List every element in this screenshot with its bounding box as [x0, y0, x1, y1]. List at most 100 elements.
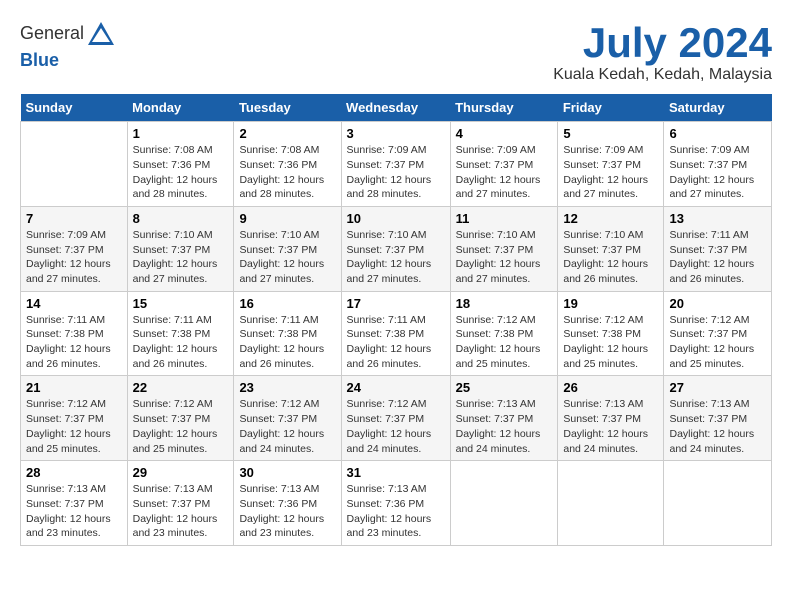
- logo-general: General: [20, 23, 84, 43]
- calendar-cell: 18 Sunrise: 7:12 AMSunset: 7:38 PMDaylig…: [450, 291, 558, 376]
- day-number: 17: [347, 296, 445, 311]
- month-title: July 2024: [553, 20, 772, 66]
- calendar-cell: [450, 461, 558, 546]
- title-section: July 2024 Kuala Kedah, Kedah, Malaysia: [553, 20, 772, 84]
- calendar-cell: 20 Sunrise: 7:12 AMSunset: 7:37 PMDaylig…: [664, 291, 772, 376]
- day-number: 8: [133, 211, 229, 226]
- calendar-cell: 9 Sunrise: 7:10 AMSunset: 7:37 PMDayligh…: [234, 206, 341, 291]
- day-number: 25: [456, 380, 553, 395]
- day-info: Sunrise: 7:12 AMSunset: 7:37 PMDaylight:…: [133, 398, 218, 454]
- week-row-1: 7 Sunrise: 7:09 AMSunset: 7:37 PMDayligh…: [21, 206, 772, 291]
- day-number: 15: [133, 296, 229, 311]
- day-info: Sunrise: 7:13 AMSunset: 7:37 PMDaylight:…: [563, 398, 648, 454]
- day-number: 9: [239, 211, 335, 226]
- day-info: Sunrise: 7:09 AMSunset: 7:37 PMDaylight:…: [26, 229, 111, 285]
- day-number: 27: [669, 380, 766, 395]
- day-info: Sunrise: 7:11 AMSunset: 7:38 PMDaylight:…: [26, 314, 111, 370]
- page-header: General Blue July 2024 Kuala Kedah, Keda…: [20, 20, 772, 84]
- day-number: 14: [26, 296, 122, 311]
- header-row: Sunday Monday Tuesday Wednesday Thursday…: [21, 94, 772, 122]
- day-info: Sunrise: 7:12 AMSunset: 7:38 PMDaylight:…: [456, 314, 541, 370]
- day-info: Sunrise: 7:10 AMSunset: 7:37 PMDaylight:…: [239, 229, 324, 285]
- day-number: 20: [669, 296, 766, 311]
- day-info: Sunrise: 7:12 AMSunset: 7:37 PMDaylight:…: [669, 314, 754, 370]
- day-number: 1: [133, 126, 229, 141]
- calendar-cell: 30 Sunrise: 7:13 AMSunset: 7:36 PMDaylig…: [234, 461, 341, 546]
- calendar-cell: 13 Sunrise: 7:11 AMSunset: 7:37 PMDaylig…: [664, 206, 772, 291]
- calendar-cell: 22 Sunrise: 7:12 AMSunset: 7:37 PMDaylig…: [127, 376, 234, 461]
- day-number: 19: [563, 296, 658, 311]
- day-info: Sunrise: 7:08 AMSunset: 7:36 PMDaylight:…: [239, 144, 324, 200]
- day-info: Sunrise: 7:13 AMSunset: 7:37 PMDaylight:…: [456, 398, 541, 454]
- day-info: Sunrise: 7:13 AMSunset: 7:37 PMDaylight:…: [26, 483, 111, 539]
- week-row-3: 21 Sunrise: 7:12 AMSunset: 7:37 PMDaylig…: [21, 376, 772, 461]
- day-number: 11: [456, 211, 553, 226]
- day-info: Sunrise: 7:13 AMSunset: 7:37 PMDaylight:…: [669, 398, 754, 454]
- header-friday: Friday: [558, 94, 664, 122]
- header-monday: Monday: [127, 94, 234, 122]
- day-info: Sunrise: 7:12 AMSunset: 7:38 PMDaylight:…: [563, 314, 648, 370]
- calendar-cell: 24 Sunrise: 7:12 AMSunset: 7:37 PMDaylig…: [341, 376, 450, 461]
- header-sunday: Sunday: [21, 94, 128, 122]
- day-info: Sunrise: 7:10 AMSunset: 7:37 PMDaylight:…: [347, 229, 432, 285]
- header-wednesday: Wednesday: [341, 94, 450, 122]
- calendar-cell: [21, 122, 128, 207]
- day-number: 12: [563, 211, 658, 226]
- day-info: Sunrise: 7:11 AMSunset: 7:38 PMDaylight:…: [133, 314, 218, 370]
- calendar-cell: 16 Sunrise: 7:11 AMSunset: 7:38 PMDaylig…: [234, 291, 341, 376]
- calendar-cell: 4 Sunrise: 7:09 AMSunset: 7:37 PMDayligh…: [450, 122, 558, 207]
- calendar-cell: 26 Sunrise: 7:13 AMSunset: 7:37 PMDaylig…: [558, 376, 664, 461]
- calendar-cell: 28 Sunrise: 7:13 AMSunset: 7:37 PMDaylig…: [21, 461, 128, 546]
- calendar-cell: 14 Sunrise: 7:11 AMSunset: 7:38 PMDaylig…: [21, 291, 128, 376]
- day-info: Sunrise: 7:09 AMSunset: 7:37 PMDaylight:…: [347, 144, 432, 200]
- header-saturday: Saturday: [664, 94, 772, 122]
- day-number: 18: [456, 296, 553, 311]
- calendar-cell: 6 Sunrise: 7:09 AMSunset: 7:37 PMDayligh…: [664, 122, 772, 207]
- calendar-cell: 31 Sunrise: 7:13 AMSunset: 7:36 PMDaylig…: [341, 461, 450, 546]
- calendar-cell: 29 Sunrise: 7:13 AMSunset: 7:37 PMDaylig…: [127, 461, 234, 546]
- day-info: Sunrise: 7:11 AMSunset: 7:37 PMDaylight:…: [669, 229, 754, 285]
- day-number: 26: [563, 380, 658, 395]
- day-number: 21: [26, 380, 122, 395]
- day-info: Sunrise: 7:12 AMSunset: 7:37 PMDaylight:…: [347, 398, 432, 454]
- calendar-cell: 1 Sunrise: 7:08 AMSunset: 7:36 PMDayligh…: [127, 122, 234, 207]
- calendar-cell: 2 Sunrise: 7:08 AMSunset: 7:36 PMDayligh…: [234, 122, 341, 207]
- day-info: Sunrise: 7:10 AMSunset: 7:37 PMDaylight:…: [133, 229, 218, 285]
- day-number: 10: [347, 211, 445, 226]
- day-number: 30: [239, 465, 335, 480]
- calendar-cell: 7 Sunrise: 7:09 AMSunset: 7:37 PMDayligh…: [21, 206, 128, 291]
- day-info: Sunrise: 7:13 AMSunset: 7:36 PMDaylight:…: [347, 483, 432, 539]
- day-number: 2: [239, 126, 335, 141]
- header-tuesday: Tuesday: [234, 94, 341, 122]
- header-thursday: Thursday: [450, 94, 558, 122]
- day-number: 4: [456, 126, 553, 141]
- day-number: 31: [347, 465, 445, 480]
- day-info: Sunrise: 7:13 AMSunset: 7:36 PMDaylight:…: [239, 483, 324, 539]
- day-number: 29: [133, 465, 229, 480]
- day-number: 22: [133, 380, 229, 395]
- day-number: 23: [239, 380, 335, 395]
- day-info: Sunrise: 7:10 AMSunset: 7:37 PMDaylight:…: [456, 229, 541, 285]
- calendar-cell: 21 Sunrise: 7:12 AMSunset: 7:37 PMDaylig…: [21, 376, 128, 461]
- day-number: 24: [347, 380, 445, 395]
- day-info: Sunrise: 7:09 AMSunset: 7:37 PMDaylight:…: [456, 144, 541, 200]
- location-title: Kuala Kedah, Kedah, Malaysia: [553, 66, 772, 84]
- calendar-cell: 10 Sunrise: 7:10 AMSunset: 7:37 PMDaylig…: [341, 206, 450, 291]
- day-info: Sunrise: 7:13 AMSunset: 7:37 PMDaylight:…: [133, 483, 218, 539]
- day-info: Sunrise: 7:08 AMSunset: 7:36 PMDaylight:…: [133, 144, 218, 200]
- calendar-cell: [664, 461, 772, 546]
- day-number: 13: [669, 211, 766, 226]
- logo-text: General Blue: [20, 20, 118, 71]
- calendar-cell: 5 Sunrise: 7:09 AMSunset: 7:37 PMDayligh…: [558, 122, 664, 207]
- day-info: Sunrise: 7:09 AMSunset: 7:37 PMDaylight:…: [669, 144, 754, 200]
- day-number: 7: [26, 211, 122, 226]
- calendar-cell: 19 Sunrise: 7:12 AMSunset: 7:38 PMDaylig…: [558, 291, 664, 376]
- calendar-cell: 25 Sunrise: 7:13 AMSunset: 7:37 PMDaylig…: [450, 376, 558, 461]
- calendar-cell: 12 Sunrise: 7:10 AMSunset: 7:37 PMDaylig…: [558, 206, 664, 291]
- day-info: Sunrise: 7:11 AMSunset: 7:38 PMDaylight:…: [239, 314, 324, 370]
- day-number: 3: [347, 126, 445, 141]
- day-info: Sunrise: 7:12 AMSunset: 7:37 PMDaylight:…: [239, 398, 324, 454]
- day-info: Sunrise: 7:09 AMSunset: 7:37 PMDaylight:…: [563, 144, 648, 200]
- week-row-0: 1 Sunrise: 7:08 AMSunset: 7:36 PMDayligh…: [21, 122, 772, 207]
- calendar-cell: 27 Sunrise: 7:13 AMSunset: 7:37 PMDaylig…: [664, 376, 772, 461]
